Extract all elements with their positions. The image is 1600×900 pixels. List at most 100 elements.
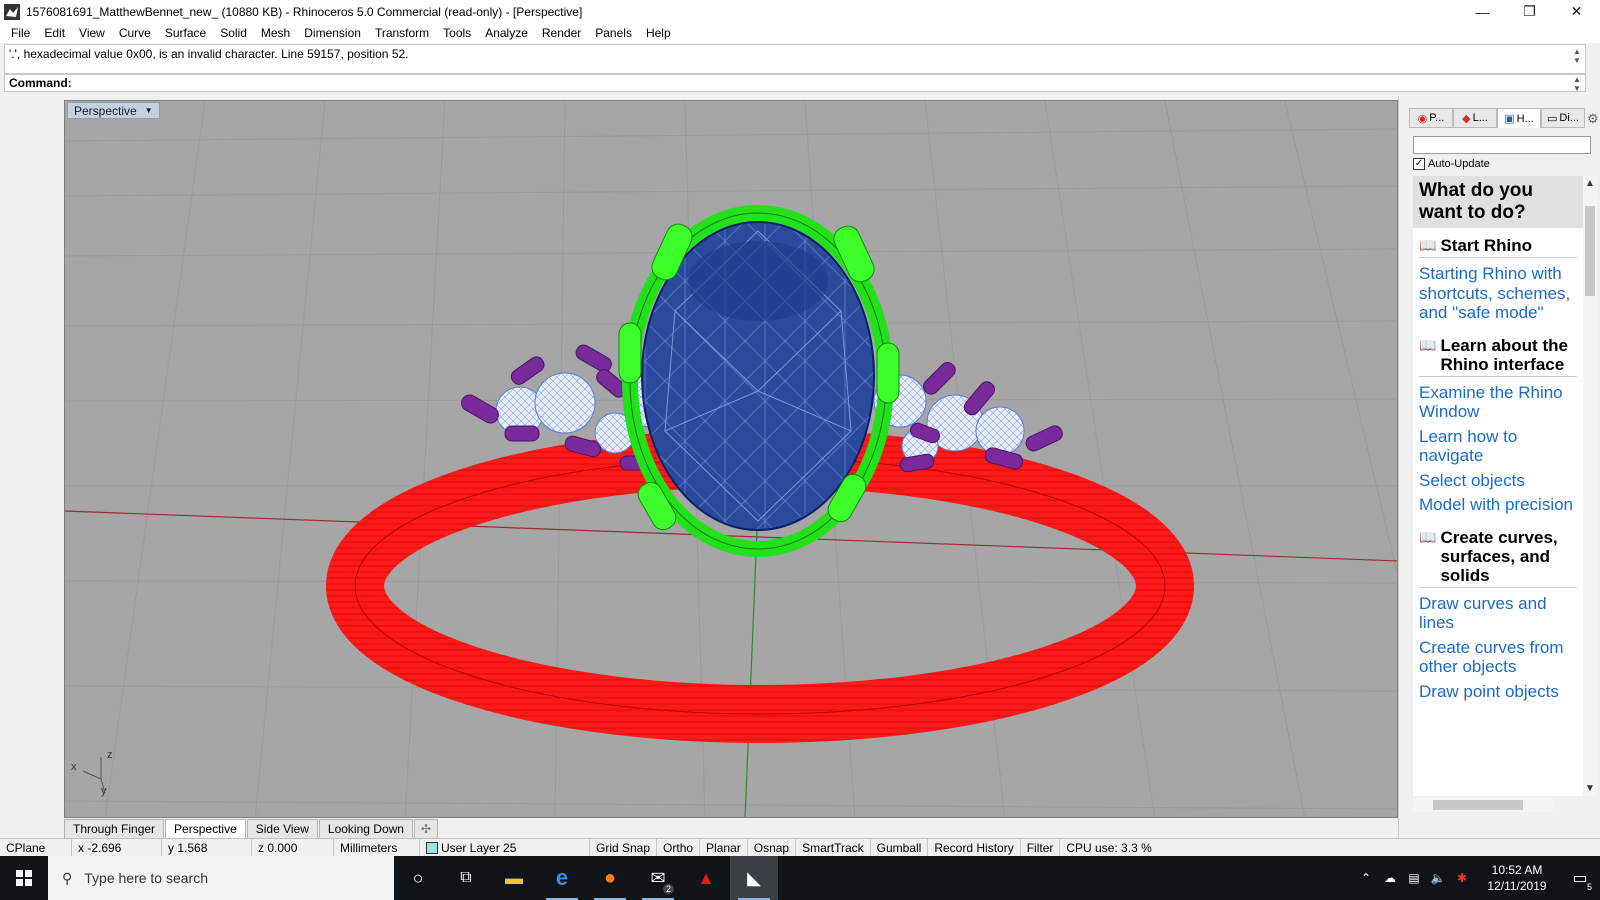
status-ortho[interactable]: Ortho xyxy=(657,838,701,857)
menu-analyze[interactable]: Analyze xyxy=(478,26,535,40)
viewport-scene[interactable] xyxy=(65,101,1398,818)
tab-display-label: Di... xyxy=(1559,112,1579,124)
tab-properties-label: P... xyxy=(1429,112,1445,124)
help-section-title: Create curves, surfaces, and solids xyxy=(1440,527,1558,585)
taskbar-search-input[interactable]: ⚲ Type here to search xyxy=(48,856,394,900)
status-y: y 1.568 xyxy=(162,838,252,857)
command-history[interactable]: '.', hexadecimal value 0x00, is an inval… xyxy=(4,44,1586,74)
network-icon[interactable]: ▤ xyxy=(1404,871,1424,885)
tab-through-finger[interactable]: Through Finger xyxy=(64,819,165,838)
cortana-button[interactable]: ○ xyxy=(394,856,442,900)
help-link[interactable]: Draw curves and lines xyxy=(1419,594,1577,633)
status-osnap[interactable]: Osnap xyxy=(748,838,797,857)
status-grid-snap[interactable]: Grid Snap xyxy=(590,838,658,857)
status-record-history[interactable]: Record History xyxy=(928,838,1021,857)
menu-view[interactable]: View xyxy=(72,26,112,40)
edge-button[interactable]: e xyxy=(538,856,586,900)
menu-mesh[interactable]: Mesh xyxy=(254,26,297,40)
close-button[interactable]: ✕ xyxy=(1553,0,1600,23)
menu-curve[interactable]: Curve xyxy=(112,26,158,40)
chevron-up-icon[interactable]: ⌃ xyxy=(1356,871,1376,885)
axis-widget: z x y xyxy=(71,749,121,799)
app-tray-icon[interactable]: ✱ xyxy=(1452,871,1472,885)
command-history-text: '.', hexadecimal value 0x00, is an inval… xyxy=(9,47,409,61)
menu-file[interactable]: File xyxy=(4,26,37,40)
status-planar[interactable]: Planar xyxy=(700,838,748,857)
file-explorer-button[interactable]: ▬ xyxy=(490,856,538,900)
auto-update-checkbox[interactable]: ✓ Auto-Update xyxy=(1413,158,1490,170)
command-history-scroll[interactable]: ▲ ▼ xyxy=(1571,47,1583,65)
onedrive-icon[interactable]: ☁ xyxy=(1380,871,1400,885)
status-cpu: CPU use: 3.3 % xyxy=(1066,840,1152,855)
status-units[interactable]: Millimeters xyxy=(334,838,420,857)
edge-icon: e xyxy=(555,865,569,890)
tab-help[interactable]: ▣ H... xyxy=(1497,108,1541,128)
tab-looking-down[interactable]: Looking Down xyxy=(318,819,413,838)
book-icon: 📖 xyxy=(1419,336,1437,353)
menu-edit[interactable]: Edit xyxy=(37,26,72,40)
scroll-thumb[interactable] xyxy=(1433,800,1523,810)
status-layer[interactable]: User Layer 25 xyxy=(420,838,590,857)
firefox-button[interactable]: ● xyxy=(586,856,634,900)
scroll-down-icon[interactable]: ▼ xyxy=(1583,783,1597,794)
axis-widget-lines xyxy=(82,757,106,794)
menu-transform[interactable]: Transform xyxy=(368,26,436,40)
help-link[interactable]: Examine the Rhino Window xyxy=(1419,383,1577,422)
perspective-viewport[interactable]: Perspective ▼ z x y xyxy=(64,100,1398,818)
mail-button[interactable]: ✉ 2 xyxy=(634,856,682,900)
start-button[interactable] xyxy=(0,856,48,900)
notification-count: 5 xyxy=(1586,882,1592,892)
volume-icon[interactable]: 🔈 xyxy=(1428,871,1448,885)
clock-date: 12/11/2019 xyxy=(1487,879,1547,893)
help-icon: ▣ xyxy=(1504,113,1515,125)
acrobat-button[interactable]: ▲ xyxy=(682,856,730,900)
rhino-taskbar-button[interactable]: ◣ xyxy=(730,856,778,900)
task-view-button[interactable]: ⧉ xyxy=(442,856,490,900)
tab-properties[interactable]: ◉ P... xyxy=(1409,108,1453,128)
gear-icon[interactable]: ⚙ xyxy=(1587,111,1599,127)
maximize-button[interactable]: ❐ xyxy=(1506,0,1553,23)
chevron-down-icon[interactable]: ▼ xyxy=(145,106,153,115)
tab-layers[interactable]: ◆ L... xyxy=(1453,108,1497,128)
menu-tools[interactable]: Tools xyxy=(436,26,478,40)
viewport-title-text: Perspective xyxy=(74,103,137,118)
tab-perspective[interactable]: Perspective xyxy=(165,819,246,838)
status-filter[interactable]: Filter xyxy=(1021,838,1061,857)
menu-solid[interactable]: Solid xyxy=(213,26,254,40)
command-line[interactable]: Command: ▲ ▼ xyxy=(4,74,1586,93)
menu-surface[interactable]: Surface xyxy=(158,26,213,40)
menu-help[interactable]: Help xyxy=(639,26,678,40)
scroll-thumb[interactable] xyxy=(1585,206,1595,296)
checkbox-checked-icon[interactable]: ✓ xyxy=(1413,158,1425,170)
clock-time: 10:52 AM xyxy=(1491,863,1543,877)
help-link[interactable]: Starting Rhino with shortcuts, schemes, … xyxy=(1419,264,1577,323)
viewport-title[interactable]: Perspective ▼ xyxy=(67,102,160,119)
action-center-button[interactable]: ▭ 5 xyxy=(1560,856,1600,900)
mail-badge: 2 xyxy=(662,884,674,894)
layers-icon: ◆ xyxy=(1462,112,1471,125)
help-link[interactable]: Model with precision xyxy=(1419,495,1577,515)
status-smarttrack[interactable]: SmartTrack xyxy=(796,838,871,857)
minimize-button[interactable]: — xyxy=(1459,0,1506,23)
add-viewport-tab-button[interactable]: ✣ xyxy=(413,819,438,838)
help-link[interactable]: Learn how to navigate xyxy=(1419,427,1577,466)
help-link[interactable]: Select objects xyxy=(1419,471,1577,491)
command-line-scroll[interactable]: ▲ ▼ xyxy=(1571,75,1583,93)
tab-side-view[interactable]: Side View xyxy=(246,819,318,838)
menu-render[interactable]: Render xyxy=(535,26,588,40)
title-bar: 1576081691_MatthewBennet_new_ (10880 KB)… xyxy=(0,0,1600,23)
status-cplane[interactable]: CPlane xyxy=(0,838,72,857)
clock[interactable]: 10:52 AM 12/11/2019 xyxy=(1474,862,1560,894)
right-panel: ◉ P... ◆ L... ▣ H... ▭ Di... ⚙ ✓ Auto-Up… xyxy=(1398,96,1600,838)
help-search-input[interactable] xyxy=(1413,136,1591,154)
menu-panels[interactable]: Panels xyxy=(588,26,639,40)
help-vertical-scrollbar[interactable]: ▲ ▼ xyxy=(1583,176,1597,796)
status-gumball[interactable]: Gumball xyxy=(871,838,929,857)
help-link[interactable]: Create curves from other objects xyxy=(1419,638,1577,677)
tab-display[interactable]: ▭ Di... xyxy=(1541,108,1585,128)
help-section-title: Start Rhino xyxy=(1440,236,1533,255)
help-link[interactable]: Draw point objects xyxy=(1419,682,1577,702)
help-horizontal-scrollbar[interactable] xyxy=(1413,798,1553,812)
scroll-up-icon[interactable]: ▲ xyxy=(1583,178,1597,189)
menu-dimension[interactable]: Dimension xyxy=(297,26,368,40)
